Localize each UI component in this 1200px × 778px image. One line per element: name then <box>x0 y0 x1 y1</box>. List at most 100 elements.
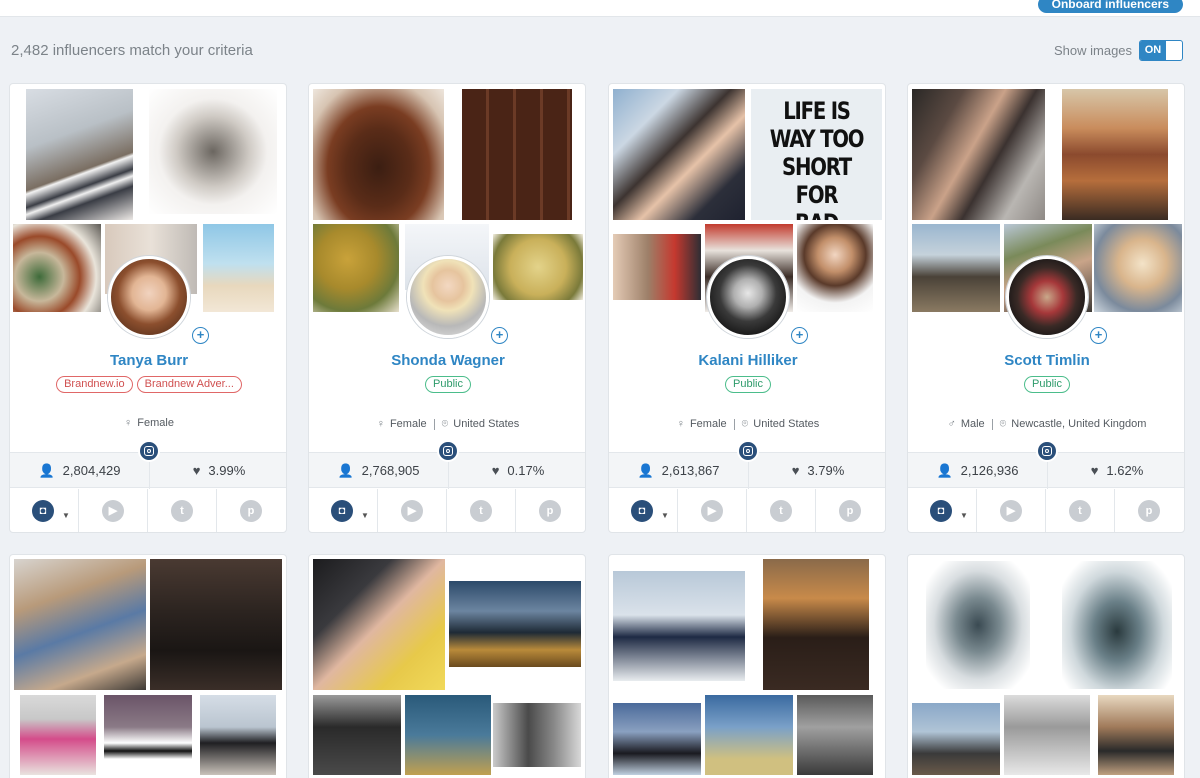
instagram-icon: ◘ <box>930 500 952 522</box>
post-image <box>613 703 701 775</box>
influencer-card[interactable]: LIFE IS WAY TOO SHORT FOR BAD VIBES. + K… <box>608 83 886 533</box>
tag-badge[interactable]: Public <box>1024 376 1070 393</box>
onboard-influencers-button[interactable]: Onboard influencers <box>1037 0 1183 13</box>
pinterest-network-button[interactable]: p <box>217 489 286 532</box>
user-icon: 👤 <box>38 463 55 478</box>
post-image <box>313 89 444 220</box>
instagram-icon: ◘ <box>331 500 353 522</box>
add-influencer-button[interactable]: + <box>1090 327 1107 344</box>
twitter-network-button[interactable]: t <box>747 489 816 532</box>
toggle-on-label: ON <box>1140 41 1166 60</box>
instagram-network-button[interactable]: ◘ ▼ <box>10 489 79 532</box>
post-image <box>313 559 445 690</box>
post-image <box>313 224 399 312</box>
followers-count: 2,768,905 <box>361 463 420 478</box>
tag-list: Brandnew.io Brandnew Adver... <box>10 376 286 393</box>
location-text: United States <box>453 418 520 430</box>
post-image <box>1062 561 1172 689</box>
followers-count: 2,804,429 <box>62 463 121 478</box>
female-icon: ♀ <box>124 417 133 429</box>
twitter-icon: t <box>770 500 792 522</box>
quote-line: SHORT FOR <box>782 153 852 209</box>
youtube-network-button[interactable]: ▶ <box>678 489 747 532</box>
chevron-down-icon: ▼ <box>361 511 369 520</box>
post-image <box>14 559 146 690</box>
avatar[interactable] <box>707 256 789 338</box>
show-images-toggle[interactable]: ON <box>1139 40 1183 61</box>
post-image <box>912 224 1000 312</box>
location-text: United States <box>753 418 820 430</box>
female-icon: ♀ <box>376 418 385 430</box>
followers-stat: 👤 2,613,867 <box>609 453 748 489</box>
add-influencer-button[interactable]: + <box>491 327 508 344</box>
youtube-icon: ▶ <box>401 500 423 522</box>
post-image <box>763 559 869 690</box>
youtube-network-button[interactable]: ▶ <box>79 489 148 532</box>
post-image <box>912 703 1000 775</box>
pinterest-network-button[interactable]: p <box>516 489 585 532</box>
post-image <box>26 89 133 220</box>
top-bar: Onboard influencers <box>0 0 1200 17</box>
chevron-down-icon: ▼ <box>62 511 70 520</box>
heart-icon: ♥ <box>491 463 500 478</box>
influencer-name[interactable]: Scott Timlin <box>908 352 1184 369</box>
avatar[interactable] <box>407 256 489 338</box>
instagram-network-button[interactable]: ◘ ▼ <box>908 489 977 532</box>
engagement-stat: ♥ 3.99% <box>149 453 286 489</box>
influencer-card[interactable]: + Scott Timlin Public ♂ Male ⌾ Newcastle, U… <box>907 83 1185 533</box>
influencer-card[interactable] <box>308 554 586 778</box>
social-networks: ◘ ▼ ▶ t p <box>309 489 585 532</box>
tag-badge[interactable]: Brandnew Adver... <box>136 376 242 393</box>
influencer-card[interactable]: + Shonda Wagner Public ♀ Female ⌾ United St… <box>308 83 586 533</box>
demographics: ♂ Male ⌾ Newcastle, United Kingdom <box>908 418 1184 431</box>
male-icon: ♂ <box>947 418 956 430</box>
tag-list: Public <box>309 376 585 393</box>
youtube-network-button[interactable]: ▶ <box>977 489 1046 532</box>
post-image <box>705 695 793 775</box>
twitter-network-button[interactable]: t <box>1046 489 1115 532</box>
influencer-card[interactable] <box>608 554 886 778</box>
post-image <box>149 89 277 214</box>
followers-count: 2,126,936 <box>960 463 1019 478</box>
twitter-network-button[interactable]: t <box>148 489 217 532</box>
quote-line: WAY TOO <box>769 125 865 153</box>
show-images-label: Show images <box>1054 43 1133 58</box>
avatar[interactable] <box>108 256 190 338</box>
demographics: ♀ Female <box>10 417 286 429</box>
results-count: 2,482 influencers match your criteria <box>11 42 253 59</box>
quote-image: LIFE IS WAY TOO SHORT FOR BAD VIBES. <box>751 89 882 220</box>
post-image <box>613 234 701 300</box>
post-image <box>797 224 873 312</box>
post-image <box>200 695 276 775</box>
social-networks: ◘ ▼ ▶ t p <box>908 489 1184 532</box>
post-image <box>13 224 101 312</box>
influencer-name[interactable]: Shonda Wagner <box>309 352 585 369</box>
post-image <box>20 695 96 775</box>
avatar[interactable] <box>1006 256 1088 338</box>
influencer-card[interactable]: + Tanya Burr Brandnew.io Brandnew Adver.… <box>9 83 287 533</box>
post-image <box>912 89 1045 220</box>
followers-stat: 👤 2,768,905 <box>309 453 448 489</box>
pinterest-icon: p <box>1138 500 1160 522</box>
pinterest-network-button[interactable]: p <box>1115 489 1184 532</box>
influencer-card[interactable] <box>907 554 1185 778</box>
heart-icon: ♥ <box>192 463 201 478</box>
tag-badge[interactable]: Brandnew.io <box>56 376 133 393</box>
female-icon: ♀ <box>676 418 685 430</box>
pinterest-icon: p <box>240 500 262 522</box>
add-influencer-button[interactable]: + <box>791 327 808 344</box>
influencer-name[interactable]: Kalani Hilliker <box>609 352 885 369</box>
tag-badge[interactable]: Public <box>725 376 771 393</box>
add-influencer-button[interactable]: + <box>192 327 209 344</box>
pinterest-network-button[interactable]: p <box>816 489 885 532</box>
heart-icon: ♥ <box>791 463 800 478</box>
engagement-stat: ♥ 1.62% <box>1047 453 1184 489</box>
influencer-name[interactable]: Tanya Burr <box>10 352 286 369</box>
youtube-network-button[interactable]: ▶ <box>378 489 447 532</box>
tag-badge[interactable]: Public <box>425 376 471 393</box>
influencer-card[interactable] <box>9 554 287 778</box>
instagram-network-button[interactable]: ◘ ▼ <box>309 489 378 532</box>
twitter-network-button[interactable]: t <box>447 489 516 532</box>
instagram-network-button[interactable]: ◘ ▼ <box>609 489 678 532</box>
instagram-icon <box>138 440 160 462</box>
